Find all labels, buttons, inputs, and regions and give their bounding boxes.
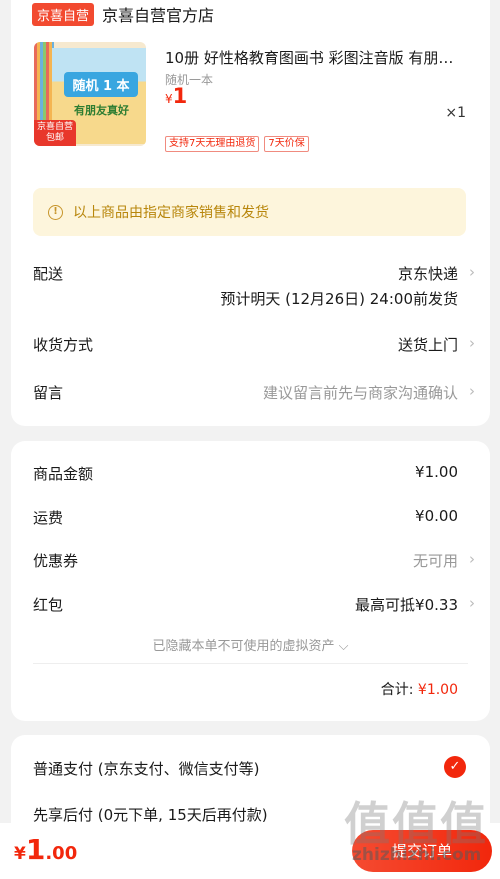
divider	[33, 663, 468, 664]
payment-option-normal-label: 普通支付 (京东支付、微信支付等)	[33, 760, 260, 778]
product-price: ¥1	[165, 84, 187, 108]
thumb-random-label: 随机 1 本	[64, 72, 138, 97]
message-label: 留言	[33, 384, 64, 402]
message-placeholder[interactable]: 建议留言前先与商家沟通确认	[263, 382, 458, 403]
total-label: 合计:	[380, 682, 414, 698]
chevron-right-icon: ›	[469, 594, 475, 612]
tag-return: 支持7天无理由退货	[165, 136, 260, 152]
receive-label: 收货方式	[33, 336, 94, 354]
watermark: 值 值 值 zhizhizhi.com	[344, 788, 494, 870]
coupon-label: 优惠券	[33, 552, 79, 570]
store-name[interactable]: 京喜自营官方店	[102, 2, 214, 26]
product-quantity: ×1	[445, 105, 466, 121]
bottom-price-dec: .00	[45, 843, 78, 864]
total-value: ¥1.00	[417, 682, 458, 698]
freight-label: 运费	[33, 509, 64, 527]
chevron-right-icon: ›	[469, 263, 475, 281]
store-order-card: 京喜自营 京喜自营官方店 随机 1 本 有朋友真好 京喜自营 包邮 10册 好性…	[11, 0, 490, 426]
amount-card: 商品金额 ¥1.00 运费 ¥0.00 优惠券 无可用 › 红包 最高可抵¥0.…	[11, 441, 490, 721]
info-icon: !	[48, 204, 63, 220]
product-thumbnail[interactable]: 随机 1 本 有朋友真好 京喜自营 包邮	[34, 42, 146, 146]
goods-amount-label: 商品金额	[33, 465, 94, 483]
order-total: 合计: ¥1.00	[381, 679, 458, 699]
service-tags: 支持7天无理由退货 7天价保	[165, 136, 309, 152]
check-icon[interactable]: ✓	[444, 756, 466, 778]
tag-price-protect: 7天价保	[264, 136, 309, 152]
chevron-right-icon: ›	[469, 382, 475, 400]
redpacket-label: 红包	[33, 596, 64, 614]
coupon-value: 无可用	[412, 552, 458, 570]
bottom-price-currency: ¥	[14, 844, 26, 864]
bottom-total-price: ¥1.00	[14, 833, 77, 866]
product-title[interactable]: 10册 好性格教育图画书 彩图注音版 有朋友真好	[165, 47, 465, 68]
store-header[interactable]: 京喜自营 京喜自营官方店	[32, 2, 214, 26]
delivery-carrier: 京东快递	[397, 265, 458, 283]
ship-badge-line2: 包邮	[45, 133, 64, 143]
delivery-estimate: 预计明天 (12月26日) 24:00前发货	[220, 290, 458, 308]
freight-value: ¥0.00	[415, 507, 458, 525]
bottom-price-int: 1	[25, 833, 46, 866]
price-value: 1	[172, 84, 188, 108]
hidden-assets-toggle[interactable]: 已隐藏本单不可使用的虚拟资产 ⌵	[11, 635, 490, 654]
seller-notice: ! 以上商品由指定商家销售和发货	[33, 188, 466, 236]
receive-value: 送货上门	[397, 336, 458, 354]
ship-badge-line1: 京喜自营	[36, 122, 73, 132]
thumb-subtitle: 有朋友真好	[74, 104, 129, 117]
notice-text: 以上商品由指定商家销售和发货	[73, 205, 269, 221]
store-badge: 京喜自营	[32, 2, 95, 26]
delivery-label: 配送	[33, 265, 64, 283]
goods-amount-value: ¥1.00	[415, 463, 458, 481]
chevron-right-icon: ›	[469, 334, 475, 352]
redpacket-value: 最高可抵¥0.33	[355, 596, 458, 614]
payment-option-later-label: 先享后付 (0元下单, 15天后再付款)	[33, 806, 268, 824]
watermark-text: zhizhizhi.com	[352, 845, 482, 865]
price-currency: ¥	[165, 92, 173, 106]
free-shipping-badge: 京喜自营 包邮	[34, 120, 76, 146]
chevron-right-icon: ›	[469, 550, 475, 568]
